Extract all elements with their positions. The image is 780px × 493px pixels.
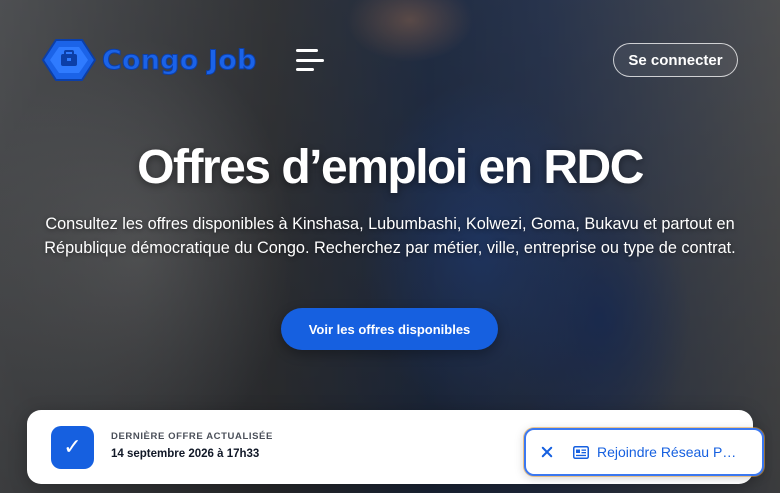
page-subtitle: Consultez les offres disponibles à Kinsh… xyxy=(44,215,736,257)
newspaper-icon xyxy=(573,445,589,459)
page-title: Offres d’emploi en RDC xyxy=(137,141,644,194)
menu-line xyxy=(296,49,318,52)
menu-line xyxy=(296,68,314,71)
menu-line xyxy=(296,58,324,62)
menu-icon[interactable] xyxy=(296,49,324,71)
check-icon: ✓ xyxy=(51,426,94,469)
join-network-label: Rejoindre Réseau P… xyxy=(597,444,737,460)
close-icon[interactable] xyxy=(540,445,554,459)
logo-icon xyxy=(42,39,96,81)
join-network-link[interactable]: Rejoindre Réseau P… xyxy=(573,444,751,460)
join-network-banner: Rejoindre Réseau P… xyxy=(524,428,764,476)
login-button[interactable]: Se connecter xyxy=(613,43,738,77)
view-offers-button[interactable]: Voir les offres disponibles xyxy=(281,308,498,350)
last-update-date: 14 septembre 2026 à 17h33 xyxy=(111,448,260,460)
site-logo[interactable]: Congo Job xyxy=(42,38,260,82)
logo-text: Congo Job xyxy=(102,44,257,76)
last-update-label: DERNIÈRE OFFRE ACTUALISÉE xyxy=(111,431,273,442)
